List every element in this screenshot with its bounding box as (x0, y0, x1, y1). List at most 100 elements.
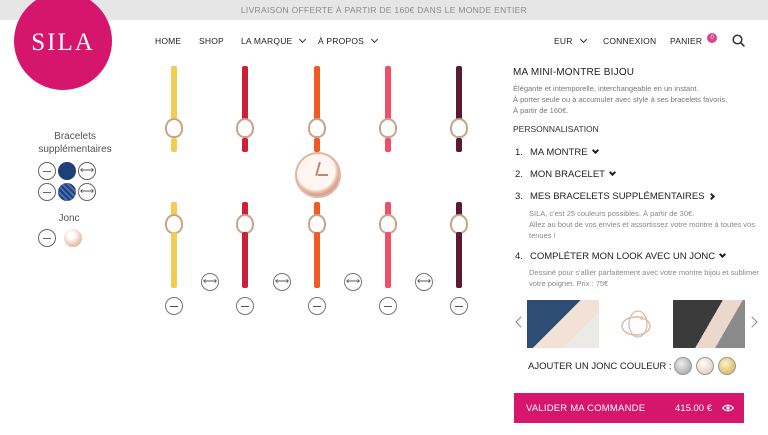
chevron-down-icon (608, 168, 617, 177)
watch-face (295, 152, 341, 198)
remove-bracelet-button[interactable] (165, 297, 183, 315)
step-number: 4. (515, 251, 523, 262)
bracelet-clasp (236, 214, 254, 234)
nav-shop[interactable]: SHOP (199, 36, 224, 46)
search-icon[interactable] (732, 34, 745, 47)
bracelet-strap-top (314, 66, 320, 120)
bracelet-clasp (450, 214, 468, 234)
bracelet-slot-empty[interactable] (38, 162, 56, 180)
swap-bracelet-icon[interactable]: ⟷ (344, 273, 362, 291)
product-description: À porter seule ou à accumuler avec style… (513, 95, 728, 104)
bracelet-strap-bottom (171, 232, 177, 288)
jonc-title: Jonc (58, 213, 80, 224)
step-number: 1. (515, 147, 523, 158)
validate-order-button[interactable]: VALIDER MA COMMANDE 415.00 € (514, 393, 744, 423)
bracelet-strap-top (456, 66, 462, 120)
nav-a-propos[interactable]: À PROPOS (318, 35, 379, 46)
product-title: MA MINI-MONTRE BIJOU (513, 67, 635, 78)
jonc-bracelet-image (621, 310, 651, 338)
bracelet-strap-bottom (385, 232, 391, 288)
step-bracelets-supplementaires[interactable]: 3. MES BRACELETS SUPPLÉMENTAIRES (515, 191, 715, 202)
product-description: Élégante et intemporelle, interchangeabl… (513, 84, 699, 93)
nav-home[interactable]: HOME (155, 36, 181, 46)
bracelet-strap-top (385, 66, 391, 120)
jonc-color-gold[interactable] (718, 357, 736, 375)
step-description: SILA, c'est 25 couleurs possibles. À par… (529, 209, 695, 218)
bracelet-strap-top (171, 138, 177, 152)
bracelet-strap-top (171, 66, 177, 120)
chevron-down-icon (299, 35, 307, 44)
validate-order-label: VALIDER MA COMMANDE (526, 402, 646, 414)
cart-label: PANIER (670, 36, 703, 46)
step-mon-bracelet[interactable]: 2. MON BRACELET (515, 168, 617, 180)
bracelet-clasp (165, 214, 183, 234)
step-label: MA MONTRE (530, 147, 588, 158)
remove-bracelet-button[interactable] (379, 297, 397, 315)
bracelet-swatch-pattern[interactable] (58, 183, 76, 201)
step-jonc[interactable]: 4. COMPLÉTER MON LOOK AVEC UN JONC (515, 250, 727, 262)
step-number: 2. (515, 169, 523, 180)
step-description: Dessiné pour s'allier parfaitement avec … (529, 268, 759, 288)
nav-connexion[interactable]: CONNEXION (603, 36, 656, 46)
nav-la-marque-label: LA MARQUE (241, 36, 293, 46)
bracelet-swatch-navy[interactable] (58, 162, 76, 180)
step-label: COMPLÉTER MON LOOK AVEC UN JONC (530, 251, 716, 262)
swap-arrow-icon[interactable]: ⟷ (78, 183, 96, 201)
bracelet-clasp (379, 214, 397, 234)
bracelet-clasp (236, 118, 254, 138)
remove-bracelet-button[interactable] (450, 297, 468, 315)
jonc-color-silver[interactable] (674, 357, 692, 375)
bracelet-clasp (165, 118, 183, 138)
bracelet-clasp (450, 118, 468, 138)
currency-select[interactable]: EUR (554, 35, 587, 46)
step-label: MON BRACELET (530, 169, 605, 180)
bracelet-clasp (379, 118, 397, 138)
logo-text: SILA (31, 29, 95, 56)
swap-arrow-icon[interactable]: ⟷ (78, 162, 96, 180)
look-thumbnail-2[interactable] (600, 300, 672, 348)
bracelet-clasp (308, 214, 326, 234)
bracelet-strap-top (242, 138, 248, 152)
chevron-down-icon (370, 35, 379, 44)
sila-logo[interactable]: SILA (14, 0, 112, 90)
step-ma-montre[interactable]: 1. MA MONTRE (515, 146, 599, 158)
remove-bracelet-button[interactable] (308, 297, 326, 315)
nav-panier[interactable]: PANIER 0 (670, 33, 718, 46)
jonc-color-rose-gold[interactable] (696, 357, 714, 375)
carousel-prev-icon[interactable] (515, 316, 527, 328)
bracelet-strap-bottom (456, 232, 462, 288)
bracelet-strap-top (456, 138, 462, 152)
bracelet-strap-bottom (242, 232, 248, 288)
bracelets-supplementaires-title: Bracelets supplémentaires (38, 131, 112, 155)
product-price-from: À partir de 160€. (513, 106, 569, 115)
swap-bracelet-icon[interactable]: ⟷ (201, 273, 219, 291)
carousel-next-icon[interactable] (746, 316, 758, 328)
bracelet-strap-top (314, 138, 320, 152)
look-thumbnail-1[interactable] (527, 300, 599, 348)
promo-banner: LIVRAISON OFFERTE À PARTIR DE 160€ DANS … (0, 0, 768, 20)
look-thumbnail-3[interactable] (673, 300, 745, 348)
jonc-swatch-pearl[interactable] (64, 229, 82, 247)
eye-icon[interactable] (722, 404, 734, 412)
chevron-down-icon (591, 146, 599, 155)
nav-a-propos-label: À PROPOS (318, 36, 365, 46)
order-total: 415.00 € (675, 402, 712, 414)
bracelet-strap-top (242, 66, 248, 120)
bracelet-strap-bottom (314, 232, 320, 288)
bracelet-slot-empty[interactable] (38, 183, 56, 201)
chevron-down-icon (719, 250, 727, 259)
jonc-slot-empty[interactable] (38, 229, 56, 247)
step-description: Allez au bout de vos envies et assortiss… (529, 220, 755, 240)
remove-bracelet-button[interactable] (236, 297, 254, 315)
cart-count-badge: 0 (707, 33, 718, 43)
bracelet-clasp (308, 118, 326, 138)
step-label: MES BRACELETS SUPPLÉMENTAIRES (530, 191, 705, 202)
nav-la-marque[interactable]: LA MARQUE (241, 35, 307, 46)
jonc-color-label: AJOUTER UN JONC COULEUR : (528, 361, 672, 372)
swap-bracelet-icon[interactable]: ⟷ (415, 273, 433, 291)
currency-label: EUR (554, 36, 573, 46)
bracelet-strap-top (385, 138, 391, 152)
swap-bracelet-icon[interactable]: ⟷ (273, 273, 291, 291)
chevron-down-icon (579, 35, 587, 44)
chevron-right-icon (707, 192, 715, 201)
